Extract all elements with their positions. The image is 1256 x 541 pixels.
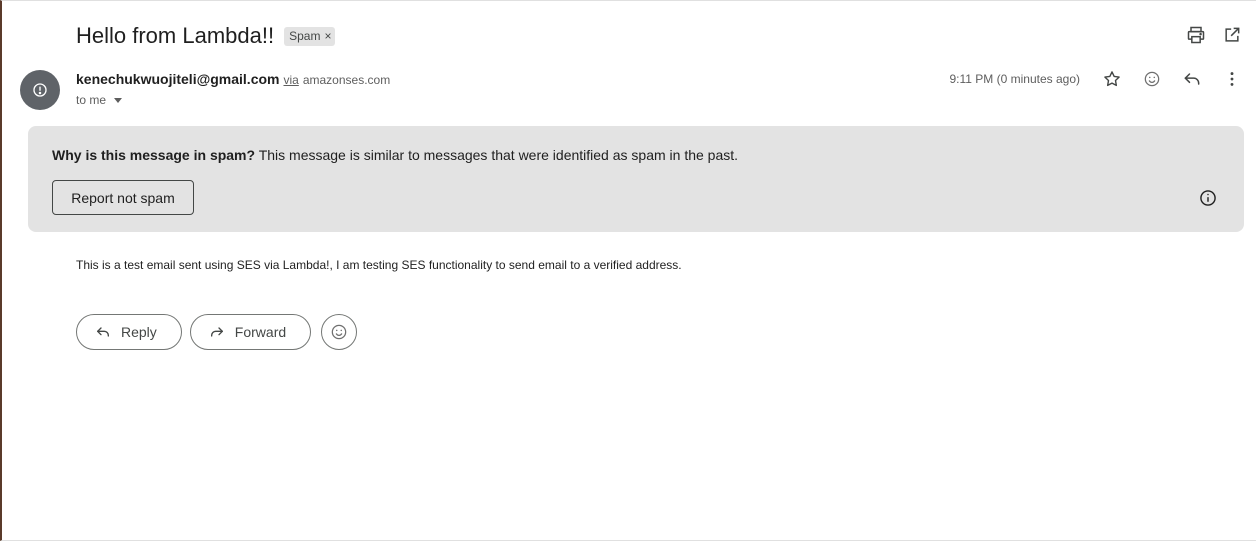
spam-label-text: Spam <box>289 29 321 43</box>
add-reaction-button[interactable] <box>321 314 358 350</box>
thread-toolbar <box>1186 25 1242 45</box>
spam-label-chip[interactable]: Spam × <box>284 26 336 46</box>
recipient-text: to me <box>76 93 107 107</box>
spam-warning-text: Why is this message in spam? This messag… <box>52 147 738 163</box>
reply-icon[interactable] <box>1182 69 1202 89</box>
email-view: Hello from Lambda!! Spam × kenechukwuoji… <box>0 0 1256 541</box>
timestamp: 9:11 PM (0 minutes ago) <box>949 72 1080 86</box>
info-icon[interactable] <box>1198 188 1218 208</box>
reply-button[interactable]: Reply <box>76 314 182 350</box>
chevron-down-icon <box>114 97 123 103</box>
report-not-spam-button[interactable]: Report not spam <box>52 180 194 215</box>
message-actions: 9:11 PM (0 minutes ago) <box>949 69 1242 89</box>
sender-email[interactable]: kenechukwuojiteli@gmail.com <box>76 71 279 87</box>
open-in-new-window-icon[interactable] <box>1222 25 1242 45</box>
sender-line: kenechukwuojiteli@gmail.com via amazonse… <box>76 71 390 87</box>
spam-explanation: This message is similar to messages that… <box>255 147 739 163</box>
remove-label-icon[interactable]: × <box>324 29 331 43</box>
more-vert-icon[interactable] <box>1222 69 1242 89</box>
emoji-icon <box>331 324 347 340</box>
star-icon[interactable] <box>1102 69 1122 89</box>
via-domain: amazonses.com <box>302 73 391 87</box>
reply-actions: Reply Forward <box>76 314 358 350</box>
emoji-icon[interactable] <box>1142 69 1162 89</box>
email-body: This is a test email sent using SES via … <box>76 258 682 272</box>
spam-warning-banner: Why is this message in spam? This messag… <box>28 126 1244 232</box>
sender-avatar[interactable] <box>20 70 60 110</box>
spam-question: Why is this message in spam? <box>52 147 256 163</box>
reply-icon <box>97 327 109 337</box>
subject-row: Hello from Lambda!! Spam × <box>76 21 336 51</box>
forward-icon <box>210 327 223 337</box>
recipient-details-toggle[interactable]: to me <box>76 93 123 107</box>
forward-label: Forward <box>234 324 287 340</box>
alert-circle-icon <box>33 83 47 97</box>
print-icon[interactable] <box>1186 25 1206 45</box>
reply-label: Reply <box>121 324 157 340</box>
via-link[interactable]: via <box>283 73 298 87</box>
forward-button[interactable]: Forward <box>189 314 312 350</box>
email-subject: Hello from Lambda!! <box>76 23 275 48</box>
